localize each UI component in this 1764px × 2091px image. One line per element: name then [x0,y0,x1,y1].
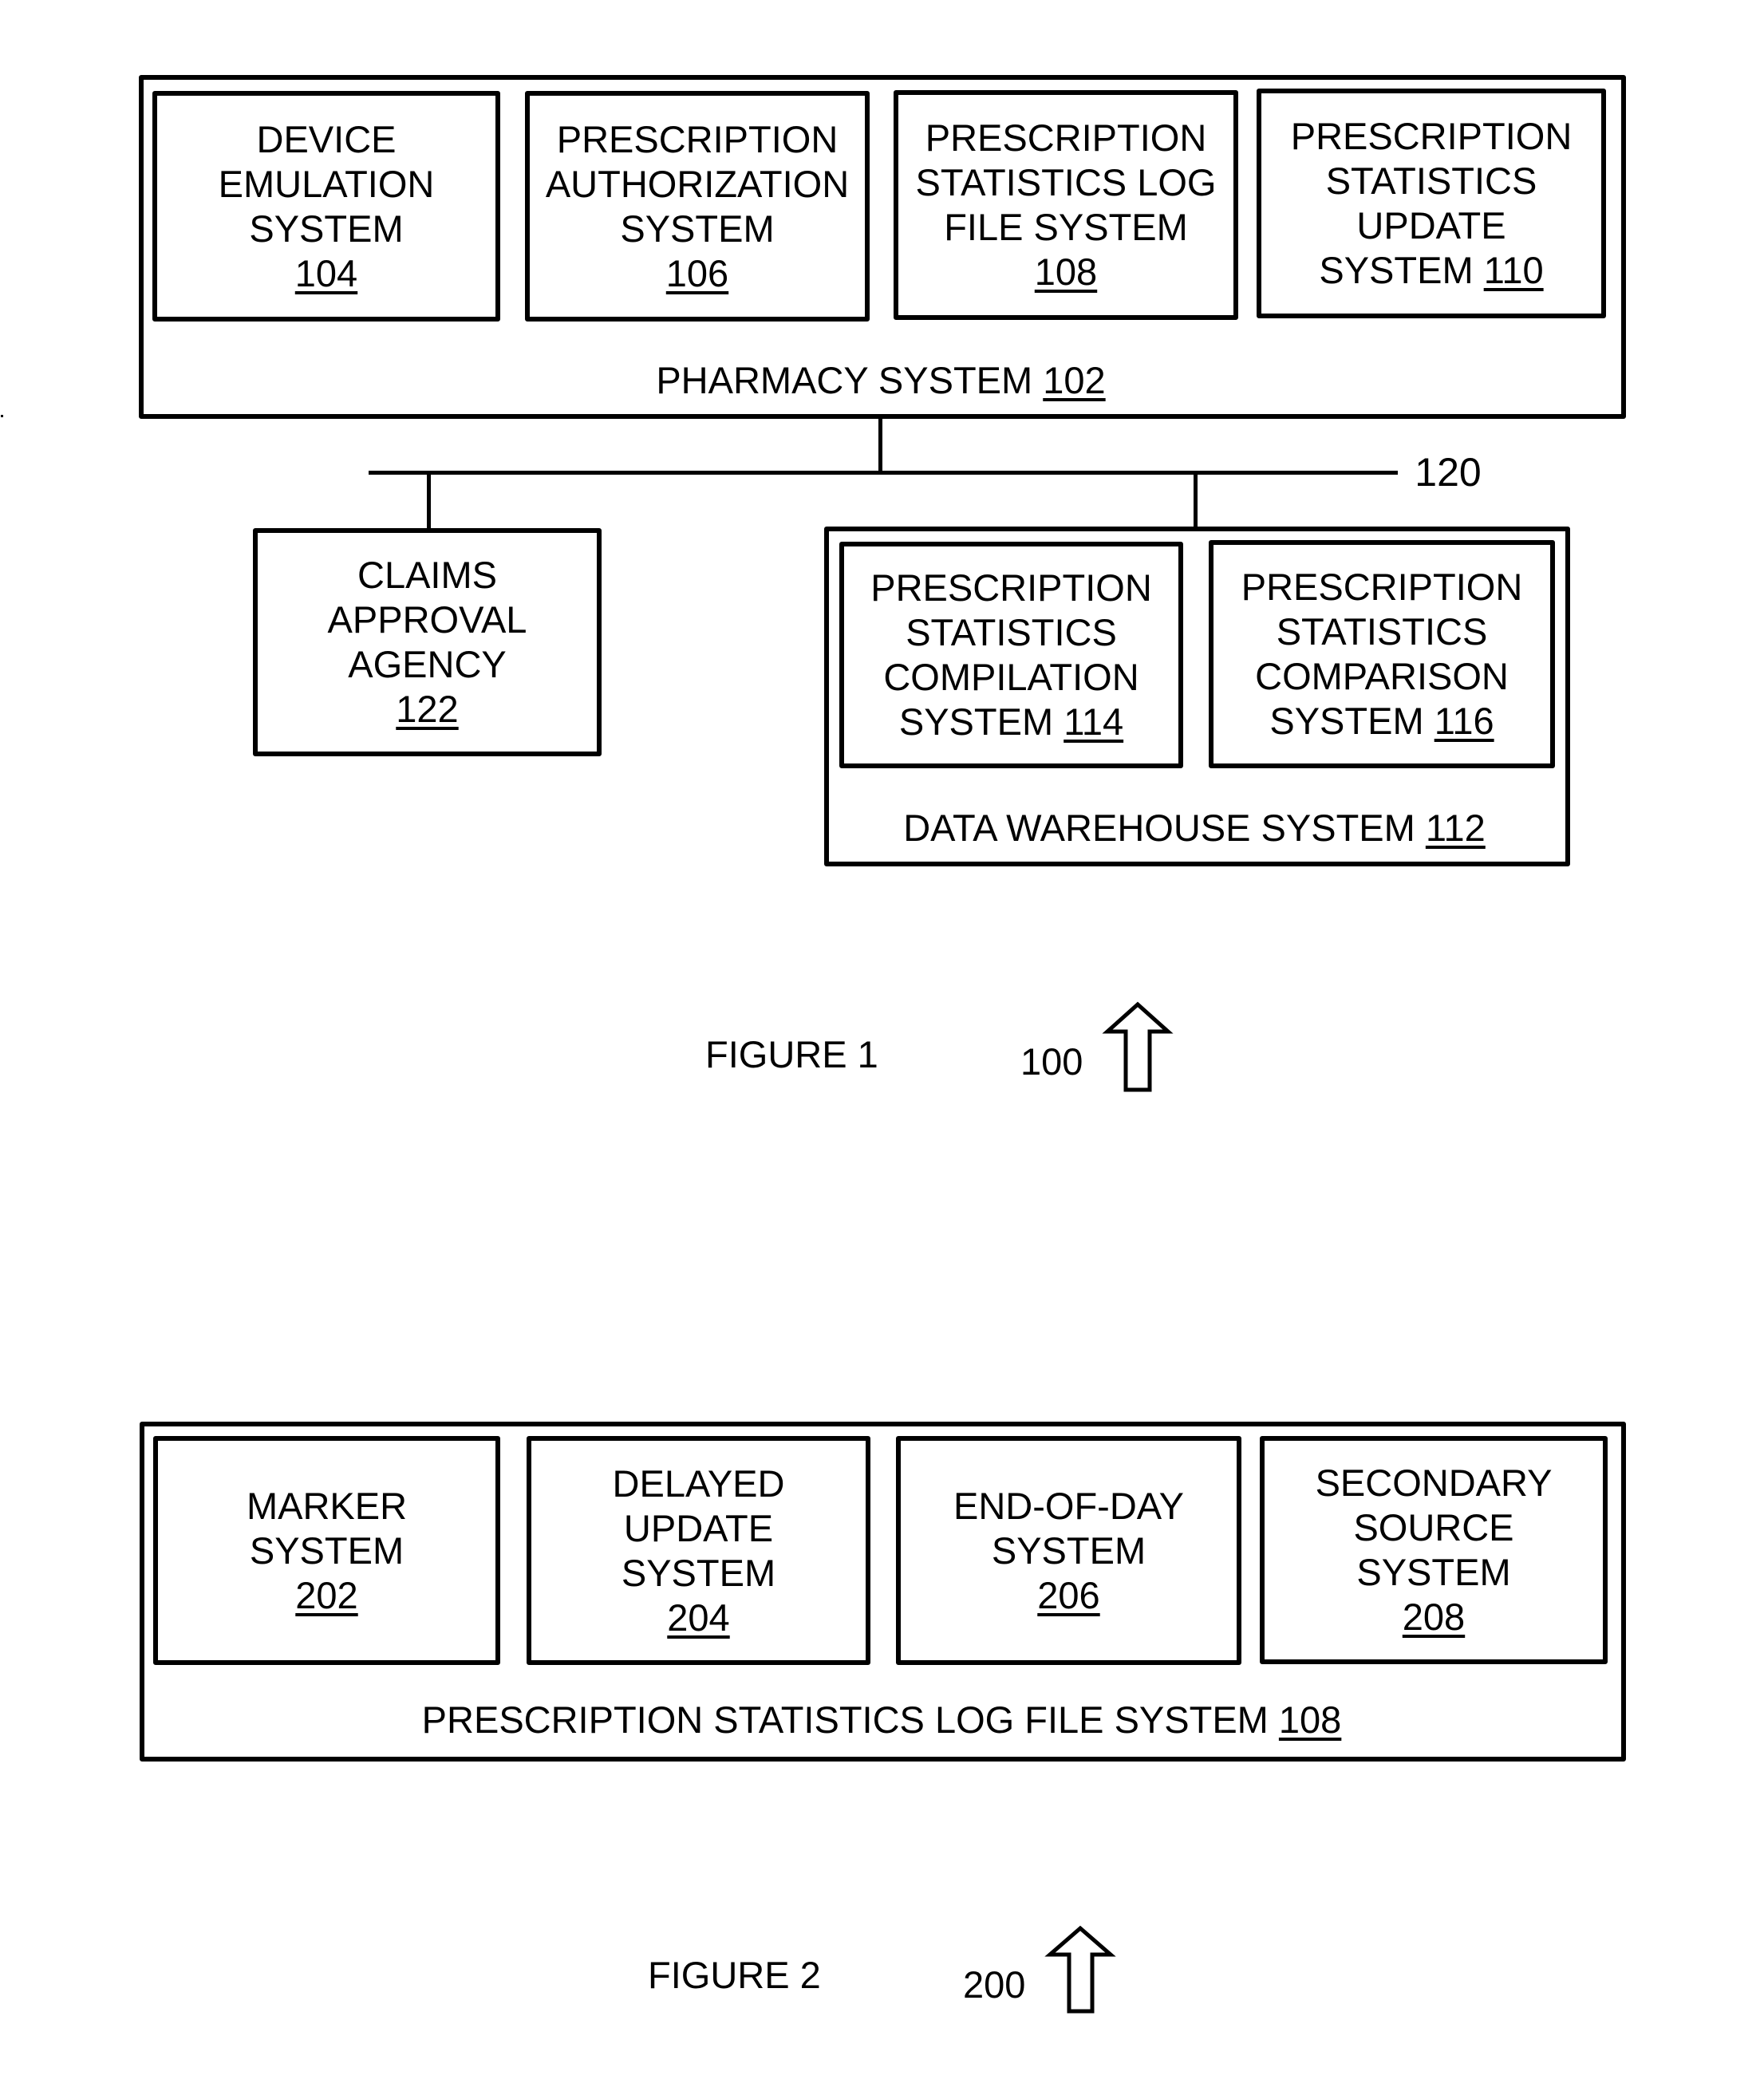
box-line: UPDATE [1356,204,1506,247]
reference-number: 116 [1434,700,1494,742]
up-arrow-shape [1102,1001,1174,1092]
delayed-update-system-box: DELAYED UPDATE SYSTEM 204 [527,1436,870,1665]
reference-number: 108 [1034,251,1098,293]
up-arrow-icon [1044,1925,1116,2014]
log-file-system-name: PRESCRIPTION STATISTICS LOG FILE SYSTEM [421,1698,1269,1741]
scan-artifact-dot [1,415,3,417]
box-line: FILE SYSTEM [944,206,1188,248]
box-line: SYSTEM [898,700,1054,743]
box-line: SYSTEM [249,1529,404,1572]
box-line: DELAYED [612,1462,785,1505]
box-line: PRESCRIPTION [1290,115,1573,157]
reference-number: 204 [667,1596,730,1639]
box-line: PRESCRIPTION [925,116,1207,159]
up-arrow-icon [1102,1001,1174,1092]
reference-number: 108 [1278,1698,1342,1741]
end-of-day-system-box: END-OF-DAY SYSTEM 206 [896,1436,1241,1665]
reference-number: 106 [665,251,729,294]
box-line: UPDATE [623,1506,774,1549]
pharmacy-system-label: PHARMACY SYSTEM 102 [656,358,1105,403]
data-warehouse-system-name: DATA WAREHOUSE SYSTEM [903,807,1415,849]
box-line: SYSTEM [621,1551,776,1594]
box-line: EMULATION [218,162,435,205]
box-line: DEVICE [256,117,397,160]
box-line: END-OF-DAY [953,1484,1184,1527]
device-emulation-system-box: DEVICE EMULATION SYSTEM 104 [152,91,500,322]
box-line: STATISTICS [1276,610,1488,653]
box-line: SECONDARY [1315,1462,1553,1504]
reference-number: 206 [1037,1573,1100,1616]
box-line: PRESCRIPTION [1241,566,1523,608]
box-line: AUTHORIZATION [545,162,850,205]
box-line: STATISTICS [906,611,1117,653]
box-line: COMPILATION [883,656,1139,698]
prescription-statistics-update-system-box: PRESCRIPTION STATISTICS UPDATE SYSTEM 11… [1257,89,1606,318]
figure-2-caption: FIGURE 2 [648,1954,821,1996]
box-line: MARKER [246,1484,408,1527]
secondary-source-system-box: SECONDARY SOURCE SYSTEM 208 [1260,1436,1608,1664]
figure-1-reference-number: 100 [1020,1040,1083,1083]
pharmacy-connector-line [878,418,882,473]
network-reference-number: 120 [1415,450,1482,495]
reference-number: 102 [1043,359,1106,401]
box-line: SYSTEM [249,207,404,250]
claims-connector-line [427,472,431,530]
reference-number: 104 [294,251,358,294]
box-line: STATISTICS LOG [915,161,1217,203]
box-line: CLAIMS [357,554,497,596]
figure-1-caption: FIGURE 1 [705,1033,878,1075]
box-line: COMPARISON [1255,655,1509,697]
reference-number: 112 [1425,807,1486,849]
box-line: SYSTEM [1269,700,1424,742]
log-file-system-label: PRESCRIPTION STATISTICS LOG FILE SYSTEM … [422,1698,1342,1742]
marker-system-box: MARKER SYSTEM 202 [153,1436,500,1665]
reference-number: 110 [1483,249,1544,291]
up-arrow-shape [1044,1925,1116,2014]
claims-approval-agency-box: CLAIMS APPROVAL AGENCY 122 [253,528,602,756]
box-line: SYSTEM [620,207,775,250]
box-line: APPROVAL [327,598,527,641]
box-line: SYSTEM [1356,1551,1511,1593]
reference-number: 114 [1064,700,1124,743]
network-bus-line [369,471,1398,475]
data-warehouse-system-label: DATA WAREHOUSE SYSTEM 112 [903,806,1486,850]
data-warehouse-connector-line [1194,472,1198,530]
figure-2-reference-number: 200 [963,1963,1026,2006]
prescription-statistics-log-file-system-box: PRESCRIPTION STATISTICS LOG FILE SYSTEM … [894,90,1238,320]
reference-number: 208 [1402,1596,1466,1638]
prescription-statistics-comparison-system-box: PRESCRIPTION STATISTICS COMPARISON SYSTE… [1209,540,1555,768]
pharmacy-system-name: PHARMACY SYSTEM [656,359,1033,401]
box-line: PRESCRIPTION [556,117,839,160]
box-line: SOURCE [1353,1506,1514,1549]
reference-number: 202 [295,1573,358,1616]
box-line: SYSTEM [991,1529,1146,1572]
box-line: AGENCY [348,643,507,685]
box-line: SYSTEM [1319,249,1474,291]
box-line: STATISTICS [1325,160,1537,202]
reference-number: 122 [396,688,459,730]
prescription-statistics-compilation-system-box: PRESCRIPTION STATISTICS COMPILATION SYST… [839,542,1183,768]
box-line: PRESCRIPTION [870,566,1152,609]
prescription-authorization-system-box: PRESCRIPTION AUTHORIZATION SYSTEM 106 [525,91,870,322]
